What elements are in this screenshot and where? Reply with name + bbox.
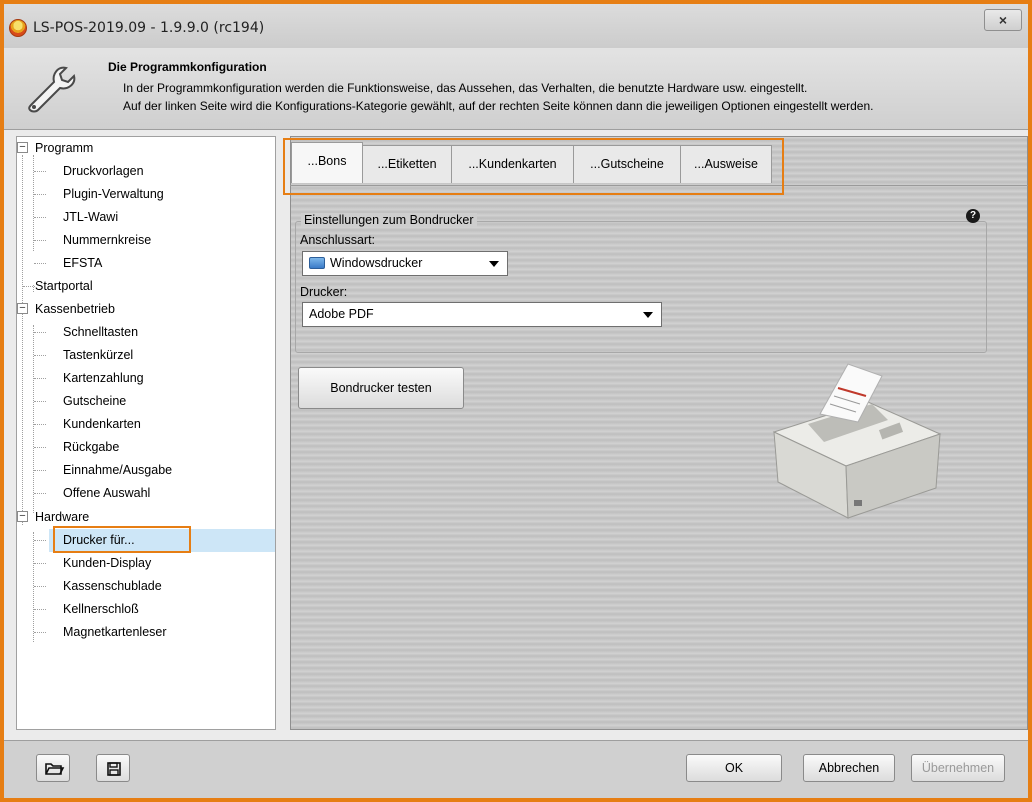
tree-connector — [34, 493, 46, 494]
connection-type-value: Windowsdrucker — [330, 256, 423, 270]
selected-item-callout — [53, 526, 191, 553]
apply-button[interactable]: Übernehmen — [911, 754, 1005, 782]
tree-connector — [34, 378, 46, 379]
ok-button[interactable]: OK — [686, 754, 782, 782]
header-title: Die Programmkonfiguration — [108, 60, 267, 74]
wrench-icon — [28, 66, 76, 113]
tree-item-druckvorlagen[interactable]: Druckvorlagen — [63, 160, 144, 183]
tree-item-gutscheine[interactable]: Gutscheine — [63, 390, 126, 413]
tree-item-magnetkartenleser[interactable]: Magnetkartenleser — [63, 621, 167, 644]
chevron-down-icon — [643, 312, 653, 318]
tree-connector — [33, 532, 34, 642]
save-disk-icon — [107, 762, 121, 776]
tree-item-einnahme-ausgabe[interactable]: Einnahme/Ausgabe — [63, 459, 172, 482]
tree-item-tastenkuerzel[interactable]: Tastenkürzel — [63, 344, 133, 367]
tree-item-rueckgabe[interactable]: Rückgabe — [63, 436, 119, 459]
tree-connector — [34, 401, 46, 402]
collapse-icon[interactable]: − — [17, 303, 28, 314]
tree-connector — [33, 325, 34, 513]
tree-connector — [34, 332, 46, 333]
tree-connector — [34, 355, 46, 356]
collapse-icon[interactable]: − — [17, 142, 28, 153]
header-description-line2: Auf der linken Seite wird die Konfigurat… — [123, 99, 874, 113]
tree-item-kunden-display[interactable]: Kunden-Display — [63, 552, 151, 575]
tree-item-schnelltasten[interactable]: Schnelltasten — [63, 321, 138, 344]
test-printer-button[interactable]: Bondrucker testen — [298, 367, 464, 409]
tree-item-nummernkreise[interactable]: Nummernkreise — [63, 229, 151, 252]
collapse-icon[interactable]: − — [17, 511, 28, 522]
printer-select[interactable]: Adobe PDF — [302, 302, 662, 327]
tree-item-kassenschublade[interactable]: Kassenschublade — [63, 575, 162, 598]
app-logo-icon — [9, 19, 27, 37]
open-folder-button[interactable] — [36, 754, 70, 782]
config-header: Die Programmkonfiguration In der Program… — [4, 48, 1028, 130]
tree-connector — [34, 470, 46, 471]
tree-item-offene-auswahl[interactable]: Offene Auswahl — [63, 482, 150, 505]
tree-connector — [33, 155, 34, 251]
tree-connector — [34, 540, 46, 541]
tree-connector — [34, 586, 46, 587]
printer-icon — [309, 257, 325, 269]
tree-item-kassenbetrieb[interactable]: Kassenbetrieb — [35, 298, 115, 321]
window-title: LS-POS-2019.09 - 1.9.9.0 (rc194) — [33, 20, 265, 36]
folder-open-icon — [45, 763, 65, 775]
group-title: Einstellungen zum Bondrucker — [301, 213, 477, 227]
tree-connector — [22, 155, 23, 525]
printer-value: Adobe PDF — [309, 307, 374, 321]
tree-connector — [34, 563, 46, 564]
connection-type-label: Anschlussart: — [300, 233, 376, 247]
tree-connector — [34, 424, 46, 425]
tree-connector — [34, 632, 46, 633]
tree-connector — [34, 171, 46, 172]
header-description-line1: In der Programmkonfiguration werden die … — [123, 81, 808, 95]
connection-type-select[interactable]: Windowsdrucker — [302, 251, 508, 276]
tree-item-kellnerschloss[interactable]: Kellnerschloß — [63, 598, 139, 621]
bondrucker-settings-group: Einstellungen zum Bondrucker — [295, 213, 987, 353]
tree-connector — [34, 609, 46, 610]
tree-connector — [34, 240, 46, 241]
tree-connector — [34, 263, 46, 264]
printer-label: Drucker: — [300, 285, 348, 299]
tree-connector — [34, 217, 46, 218]
cancel-button[interactable]: Abbrechen — [803, 754, 895, 782]
save-button[interactable] — [96, 754, 130, 782]
receipt-printer-icon — [772, 363, 942, 519]
close-button[interactable]: × — [984, 9, 1022, 31]
tree-connector — [23, 286, 35, 287]
tree-item-programm[interactable]: Programm — [35, 137, 93, 160]
tree-connector — [34, 194, 46, 195]
chevron-down-icon — [489, 261, 499, 267]
help-icon[interactable]: ? — [966, 209, 980, 223]
tree-item-kartenzahlung[interactable]: Kartenzahlung — [63, 367, 144, 390]
category-tree: − Programm Druckvorlagen Plugin-Verwaltu… — [16, 136, 276, 730]
tree-item-kundenkarten[interactable]: Kundenkarten — [63, 413, 141, 436]
tabs-callout — [283, 138, 784, 195]
tree-connector — [34, 447, 46, 448]
tree-item-plugin-verwaltung[interactable]: Plugin-Verwaltung — [63, 183, 164, 206]
tree-item-efsta[interactable]: EFSTA — [63, 252, 102, 275]
tree-item-startportal[interactable]: Startportal — [35, 275, 93, 298]
tree-item-jtl-wawi[interactable]: JTL-Wawi — [63, 206, 118, 229]
